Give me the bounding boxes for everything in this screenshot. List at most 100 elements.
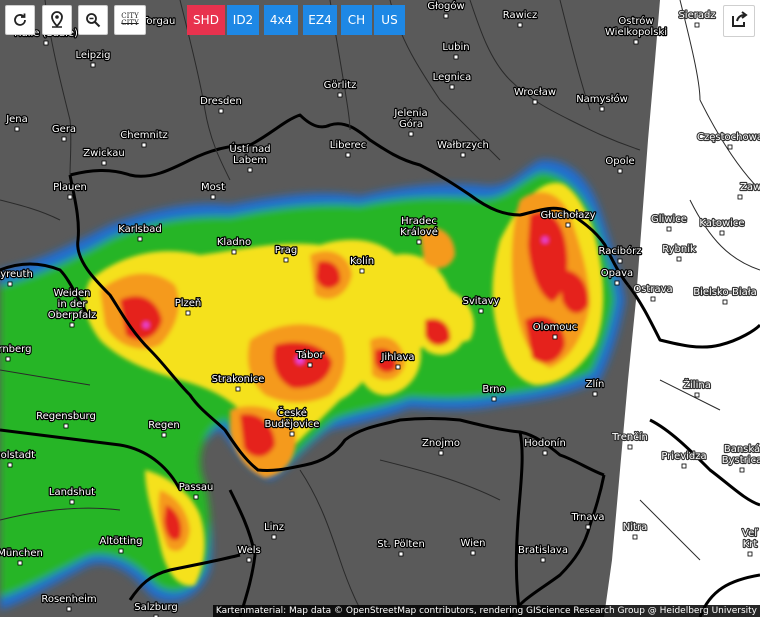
city-marker xyxy=(617,258,623,264)
city-marker xyxy=(63,423,69,429)
refresh-button[interactable] xyxy=(5,5,35,35)
city-label: Hradec KrálovéHradec Králové xyxy=(400,216,438,238)
city-label: Częstochowa xyxy=(697,132,760,143)
mode-button-ch[interactable]: CH xyxy=(341,5,372,35)
city-marker xyxy=(614,280,620,286)
city-label: Namysłów xyxy=(576,93,628,105)
city-label: Prievidza xyxy=(661,451,706,462)
city-label: Wrocław xyxy=(514,87,556,98)
city-marker xyxy=(747,551,753,557)
city-label: Ingolstadt xyxy=(0,450,35,461)
zoom-out-button[interactable] xyxy=(78,5,108,35)
city-label: Jena xyxy=(5,114,28,125)
city-label: Liberec xyxy=(330,140,366,151)
city-marker xyxy=(161,432,167,438)
city-marker xyxy=(552,334,558,340)
city-marker xyxy=(14,126,20,132)
city-marker xyxy=(137,236,143,242)
city-label: Głogów xyxy=(427,0,464,12)
city-label: Wien xyxy=(461,538,486,549)
city-label: Nürnberg xyxy=(0,344,31,355)
mode-button-id2[interactable]: ID2 xyxy=(227,5,259,35)
export-button[interactable] xyxy=(723,5,755,37)
city-label: Regensburg xyxy=(36,411,96,422)
city-marker xyxy=(443,13,449,19)
city-marker xyxy=(395,364,401,370)
city-marker xyxy=(43,40,49,46)
city-marker xyxy=(101,160,107,166)
mode-button-shd[interactable]: SHD xyxy=(187,5,225,35)
city-label: Bayreuth xyxy=(0,269,33,280)
city-marker xyxy=(739,467,745,473)
city-label: Zlín xyxy=(586,378,605,390)
city-marker xyxy=(307,362,313,368)
city-marker xyxy=(650,296,656,302)
city-label: Trnava xyxy=(570,512,604,523)
city-label: Most xyxy=(201,182,225,193)
city-marker xyxy=(408,131,414,137)
city-marker xyxy=(218,108,224,114)
map-pin-icon xyxy=(49,11,65,29)
city-marker xyxy=(438,450,444,456)
city-marker xyxy=(599,106,605,112)
mode-button-4x4[interactable]: 4x4 xyxy=(264,5,298,35)
city-marker xyxy=(69,499,75,505)
zoom-out-icon xyxy=(85,12,101,28)
city-label: Wałbrzych xyxy=(437,140,489,151)
city-marker xyxy=(359,268,365,274)
city-marker xyxy=(231,249,237,255)
city-label: Torgau xyxy=(141,16,175,27)
city-label: Altötting xyxy=(100,536,143,547)
city-marker xyxy=(118,548,124,554)
city-marker xyxy=(478,308,484,314)
city-marker xyxy=(666,226,672,232)
city-label: Gliwice xyxy=(651,214,687,225)
city-marker xyxy=(337,92,343,98)
city-marker xyxy=(7,462,13,468)
refresh-icon xyxy=(12,12,28,28)
mode-button-us[interactable]: US xyxy=(374,5,405,35)
city-marker xyxy=(345,152,351,158)
locate-button[interactable] xyxy=(42,5,72,35)
city-label: Prag xyxy=(275,245,297,256)
city-marker xyxy=(289,431,295,437)
city-label: Katowice xyxy=(699,218,744,229)
city-marker xyxy=(517,22,523,28)
city-marker xyxy=(727,144,733,150)
city-label: Trenčín xyxy=(611,431,648,443)
city-marker xyxy=(141,142,147,148)
city-marker xyxy=(5,356,11,362)
city-marker xyxy=(617,168,623,174)
city-label: Brno xyxy=(482,384,505,395)
city-marker xyxy=(69,322,75,328)
city-marker xyxy=(542,450,548,456)
city-label: Strakonice xyxy=(212,374,265,385)
city-labels-toggle[interactable]: CITY CITY xyxy=(114,5,146,35)
city-marker xyxy=(7,281,13,287)
city-marker xyxy=(719,230,725,236)
city-label: Gera xyxy=(52,124,76,135)
city-marker xyxy=(460,152,466,158)
city-label: München xyxy=(0,548,43,559)
city-label: Svitavy xyxy=(463,296,500,307)
city-marker xyxy=(210,194,216,200)
city-marker xyxy=(632,534,638,540)
city-label: Plzeň xyxy=(175,297,202,309)
city-label: Opole xyxy=(605,156,634,167)
city-marker xyxy=(627,444,633,450)
city-marker xyxy=(676,256,682,262)
city-label: Sieradz xyxy=(678,10,715,21)
city-label: Žilina xyxy=(683,378,711,391)
city-marker xyxy=(66,606,72,612)
city-marker xyxy=(193,494,199,500)
city-marker xyxy=(90,62,96,68)
city-label: Veľ KrtVeľký Krtíš xyxy=(742,528,758,550)
mode-button-ez4[interactable]: EZ4 xyxy=(303,5,337,35)
city-marker xyxy=(633,39,639,45)
city-label: Bielsko-Biała xyxy=(693,287,757,298)
city-marker xyxy=(453,54,459,60)
city-label: Salzburg xyxy=(134,602,177,613)
city-marker xyxy=(235,386,241,392)
city-label: Racibórz xyxy=(599,245,642,257)
radar-map[interactable]: GłogówRawiczOstrów WielkopolskiOstrów Wie… xyxy=(0,0,760,617)
